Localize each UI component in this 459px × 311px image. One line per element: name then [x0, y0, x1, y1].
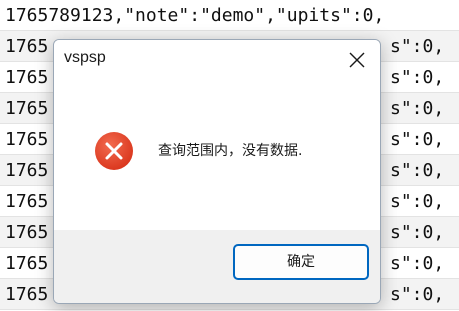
ok-button[interactable]: 确定 — [233, 244, 369, 280]
editor-line-text: 1765 — [5, 253, 49, 274]
editor-line-fragment: s":0, — [390, 129, 445, 150]
editor-line-text: 1765 — [5, 284, 49, 305]
editor-line: 1765789123,"note":"demo","upits":0, — [0, 0, 459, 31]
editor-line-text: 1765789123,"note":"demo","upits":0, — [5, 5, 385, 26]
editor-line-text: 1765 — [5, 160, 49, 181]
editor-line-fragment: s":0, — [390, 67, 445, 88]
editor-line-text: 1765 — [5, 98, 49, 119]
close-button[interactable] — [334, 40, 380, 80]
dialog-title-bar[interactable]: vspsp — [54, 40, 380, 80]
editor-line-fragment: s":0, — [390, 253, 445, 274]
editor-line-text: 1765 — [5, 191, 49, 212]
editor-line-fragment: s":0, — [390, 98, 445, 119]
close-icon — [349, 52, 365, 68]
editor-line-text: 1765 — [5, 36, 49, 57]
editor-line-fragment: s":0, — [390, 160, 445, 181]
editor-line-fragment: s":0, — [390, 191, 445, 212]
editor-line-fragment: s":0, — [390, 284, 445, 305]
editor-line-text: 1765 — [5, 222, 49, 243]
editor-line-text: 1765 — [5, 129, 49, 150]
editor-line-fragment: s":0, — [390, 222, 445, 243]
dialog-title: vspsp — [64, 49, 106, 66]
dialog-message: 查询范围内，没有数据. — [158, 143, 303, 159]
dialog-button-bar: 确定 — [54, 230, 380, 303]
editor-line-text: 1765 — [5, 67, 49, 88]
error-icon — [95, 132, 133, 170]
editor-line-fragment: s":0, — [390, 36, 445, 57]
error-dialog: vspsp 查询范围内，没有数据. 确定 — [53, 39, 381, 304]
dialog-content: 查询范围内，没有数据. — [54, 80, 380, 230]
